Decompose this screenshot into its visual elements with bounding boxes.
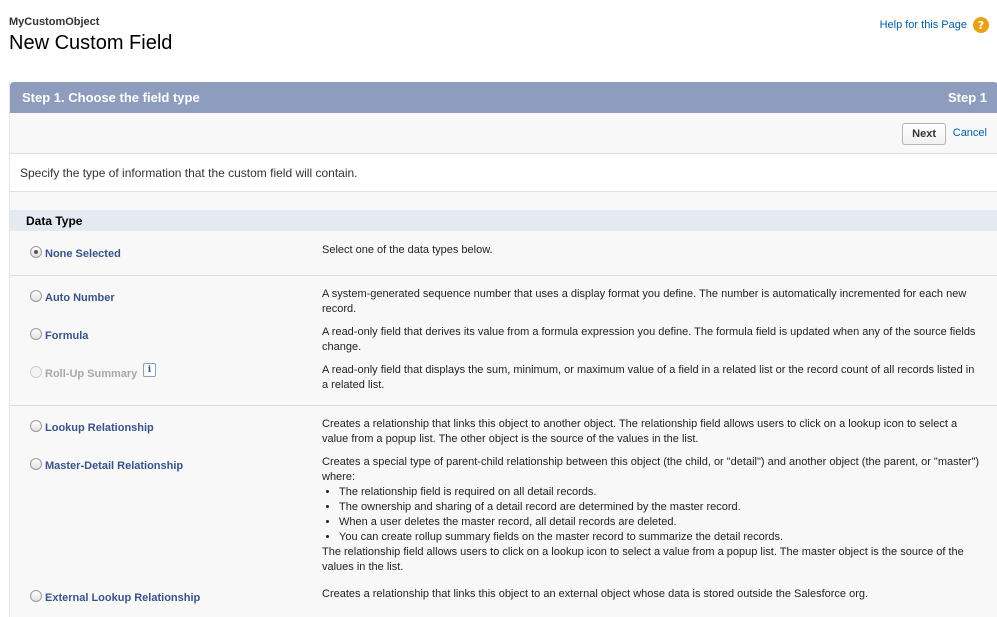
step-bar: Step 1. Choose the field type Step 1 <box>10 82 997 113</box>
type-label-formula[interactable]: Formula <box>45 330 88 342</box>
section-header-data-type: Data Type <box>10 210 997 231</box>
question-icon[interactable]: ? <box>973 17 989 33</box>
bullet-item: The ownership and sharing of a detail re… <box>339 500 982 515</box>
button-row: Next Cancel <box>10 113 997 154</box>
radio-roll-up-summary <box>30 366 42 378</box>
type-desc-auto-number: A system-generated sequence number that … <box>322 288 967 315</box>
next-button[interactable]: Next <box>902 123 946 145</box>
type-desc-external-lookup-relationship: Creates a relationship that links this o… <box>322 588 869 600</box>
type-label-lookup-relationship[interactable]: Lookup Relationship <box>45 422 154 434</box>
radio-formula[interactable] <box>30 328 42 340</box>
radio-none-selected[interactable] <box>30 246 42 258</box>
type-desc-roll-up-summary: A read-only field that displays the sum,… <box>322 364 975 391</box>
step-title: Step 1. Choose the field type <box>22 90 200 105</box>
type-desc-master-detail-relationship: Creates a special type of parent-child r… <box>322 455 982 575</box>
radio-master-detail-relationship[interactable] <box>30 458 42 470</box>
type-label-master-detail-relationship[interactable]: Master-Detail Relationship <box>45 460 183 472</box>
type-desc-lookup-relationship: Creates a relationship that links this o… <box>322 418 958 445</box>
help-link[interactable]: Help for this Page ? <box>880 17 989 33</box>
radio-lookup-relationship[interactable] <box>30 420 42 432</box>
step-number: Step 1 <box>947 90 987 105</box>
object-name: MyCustomObject <box>9 16 100 28</box>
master-detail-desc-intro: Creates a special type of parent-child r… <box>322 456 980 483</box>
type-desc-none-selected: Select one of the data types below. <box>322 244 493 256</box>
type-label-none-selected[interactable]: None Selected <box>45 248 121 260</box>
divider <box>10 275 997 276</box>
intro-text: Specify the type of information that the… <box>10 154 997 192</box>
help-link-label[interactable]: Help for this Page <box>880 19 967 31</box>
type-desc-formula: A read-only field that derives its value… <box>322 326 976 353</box>
bullet-item: You can create rollup summary fields on … <box>339 530 982 545</box>
master-detail-bullets: The relationship field is required on al… <box>322 485 982 545</box>
page-title: New Custom Field <box>9 32 173 54</box>
cancel-link[interactable]: Cancel <box>953 127 987 139</box>
bullet-item: When a user deletes the master record, a… <box>339 515 982 530</box>
step-panel: Step 1. Choose the field type Step 1 Nex… <box>9 82 997 617</box>
type-label-external-lookup-relationship[interactable]: External Lookup Relationship <box>45 592 200 604</box>
info-icon[interactable]: i <box>143 363 156 377</box>
page-header: MyCustomObject New Custom Field <box>9 16 172 55</box>
divider <box>10 405 997 406</box>
type-label-roll-up-summary: Roll-Up Summary <box>45 368 138 380</box>
radio-auto-number[interactable] <box>30 290 42 302</box>
type-label-auto-number[interactable]: Auto Number <box>45 292 115 304</box>
bullet-item: The relationship field is required on al… <box>339 485 982 500</box>
master-detail-desc-after: The relationship field allows users to c… <box>322 546 964 573</box>
radio-external-lookup-relationship[interactable] <box>30 590 42 602</box>
